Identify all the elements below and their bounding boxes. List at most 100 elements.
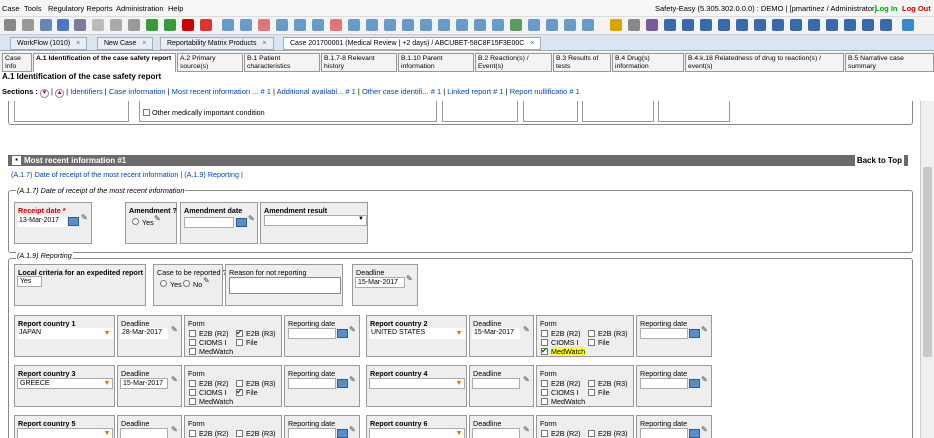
help-icon[interactable] [902, 19, 914, 31]
export-icon[interactable] [312, 19, 324, 31]
login-link[interactable]: Log In [875, 4, 898, 13]
calendar-icon[interactable] [689, 329, 700, 338]
calendar-icon[interactable] [337, 379, 348, 388]
medical-icon[interactable] [754, 19, 766, 31]
form-e2b-r2-checkbox[interactable] [189, 330, 196, 337]
tab-patient[interactable]: B.1 Patient characteristics [244, 53, 320, 72]
calendar-icon[interactable] [236, 218, 247, 227]
calendar-icon[interactable] [689, 379, 700, 388]
save-as-icon[interactable] [57, 19, 69, 31]
tab-identification[interactable]: A.1 Identification of the case safety re… [33, 53, 176, 72]
filter-icon[interactable] [384, 19, 396, 31]
country-select[interactable]: UNITED STATES [369, 328, 465, 339]
review-icon[interactable] [736, 19, 748, 31]
reason-input[interactable] [229, 277, 341, 294]
menu-help[interactable]: Help [168, 4, 183, 13]
edit-icon[interactable]: ✎ [171, 375, 178, 384]
delete-icon[interactable] [182, 19, 194, 31]
form-e2b-r3-checkbox[interactable] [588, 430, 595, 437]
section-link-nullification[interactable]: Report nullificatio # 1 [510, 87, 580, 96]
form-medwatch-checkbox[interactable] [189, 348, 196, 355]
section-link-linked-report[interactable]: Linked report # 1 [447, 87, 503, 96]
edit-icon[interactable]: ✎ [523, 375, 530, 384]
reporting-date-input[interactable] [288, 428, 336, 438]
tab-primary-source[interactable]: A.2 Primary source(s) [177, 53, 243, 72]
section-link-identifiers[interactable]: Identifiers [70, 87, 103, 96]
route-icon[interactable] [718, 19, 730, 31]
edit-icon[interactable]: ✎ [701, 325, 708, 334]
mail-icon[interactable] [546, 19, 558, 31]
calendar-icon[interactable] [689, 429, 700, 438]
menu-administration[interactable]: Administration [116, 4, 164, 13]
unlock-icon[interactable] [628, 19, 640, 31]
clock-icon[interactable] [510, 19, 522, 31]
tab-drugs[interactable]: B.4 Drug(s) information [612, 53, 684, 72]
form-medwatch-checkbox[interactable] [541, 346, 548, 355]
edit-icon[interactable]: ✎ [154, 214, 161, 223]
table-icon[interactable] [240, 19, 252, 31]
form-file-checkbox[interactable] [236, 339, 243, 346]
pdf-icon[interactable] [330, 19, 342, 31]
edit-icon[interactable]: ✎ [701, 425, 708, 434]
reported-yes-radio[interactable] [160, 280, 167, 287]
tab-tests[interactable]: B.3 Results of tests [553, 53, 611, 72]
close-icon[interactable]: × [76, 40, 80, 47]
submit-icon[interactable] [790, 19, 802, 31]
edit-icon[interactable]: ✎ [81, 213, 88, 222]
reporting-date-input[interactable] [640, 328, 688, 339]
transfer-icon[interactable] [700, 19, 712, 31]
tab-reportability-matrix[interactable]: Reportability Matrix Products × [160, 37, 274, 50]
history-icon[interactable] [438, 19, 450, 31]
section-link-case-information[interactable]: Case information [109, 87, 166, 96]
calendar-icon[interactable] [68, 217, 79, 226]
calendar-icon[interactable] [337, 329, 348, 338]
reporting-date-input[interactable] [640, 428, 688, 438]
close-icon[interactable]: × [142, 40, 146, 47]
menu-tools[interactable]: Tools [24, 4, 42, 13]
validate-icon[interactable] [164, 19, 176, 31]
form-file-checkbox[interactable] [588, 339, 595, 346]
assign-icon[interactable] [664, 19, 676, 31]
form-e2b-r2-checkbox[interactable] [189, 430, 196, 437]
section-link-additional[interactable]: Additional availabl... # 1 [277, 87, 356, 96]
menu-regulatory-reports[interactable]: Regulatory Reports [48, 4, 113, 13]
section-link-other-case[interactable]: Other case identifi... # 1 [362, 87, 441, 96]
chevron-down-icon[interactable]: ▼ [358, 216, 364, 222]
amendment-date-input[interactable] [184, 217, 234, 228]
amendment-yes-radio[interactable] [132, 218, 139, 225]
compare-icon[interactable] [420, 19, 432, 31]
edit-icon[interactable]: ✎ [171, 325, 178, 334]
collapse-all-icon[interactable]: ▼ [39, 89, 49, 98]
edit-icon[interactable]: ✎ [349, 325, 356, 334]
tab-case[interactable]: Case 201700001 (Medical Review | +2 days… [283, 37, 542, 50]
lock-icon[interactable] [610, 19, 622, 31]
close-case-icon[interactable] [826, 19, 838, 31]
approve-icon[interactable] [146, 19, 158, 31]
country-select[interactable] [369, 428, 465, 438]
settings-icon[interactable] [74, 19, 86, 31]
view-icon[interactable] [402, 19, 414, 31]
reporting-date-input[interactable] [640, 378, 688, 389]
menu-case[interactable]: Case [2, 4, 20, 13]
form-e2b-r2-checkbox[interactable] [541, 380, 548, 387]
edit-icon[interactable]: ✎ [523, 425, 530, 434]
country-select[interactable] [17, 428, 113, 438]
form-cioms-checkbox[interactable] [189, 339, 196, 346]
chevron-down-icon[interactable]: ▼ [102, 379, 112, 389]
chevron-down-icon[interactable]: ▼ [102, 329, 112, 339]
search-icon[interactable] [492, 19, 504, 31]
chart-icon[interactable] [366, 19, 378, 31]
close-icon[interactable]: × [530, 40, 534, 47]
qc-icon[interactable] [772, 19, 784, 31]
tab-relatedness[interactable]: B.4.k.18 Relatedness of drug to reaction… [685, 53, 844, 72]
new-icon[interactable] [4, 19, 16, 31]
tab-new-case[interactable]: New Case × [97, 37, 154, 50]
local-criteria-value[interactable]: Yes [17, 276, 42, 287]
open-icon[interactable] [22, 19, 34, 31]
send-icon[interactable] [528, 19, 540, 31]
form-medwatch-checkbox[interactable] [189, 398, 196, 405]
tab-parent[interactable]: B.1.10 Parent information [398, 53, 474, 72]
user-icon[interactable] [646, 19, 658, 31]
country-select[interactable]: GREECE [17, 378, 113, 389]
reporting-date-input[interactable] [288, 328, 336, 339]
